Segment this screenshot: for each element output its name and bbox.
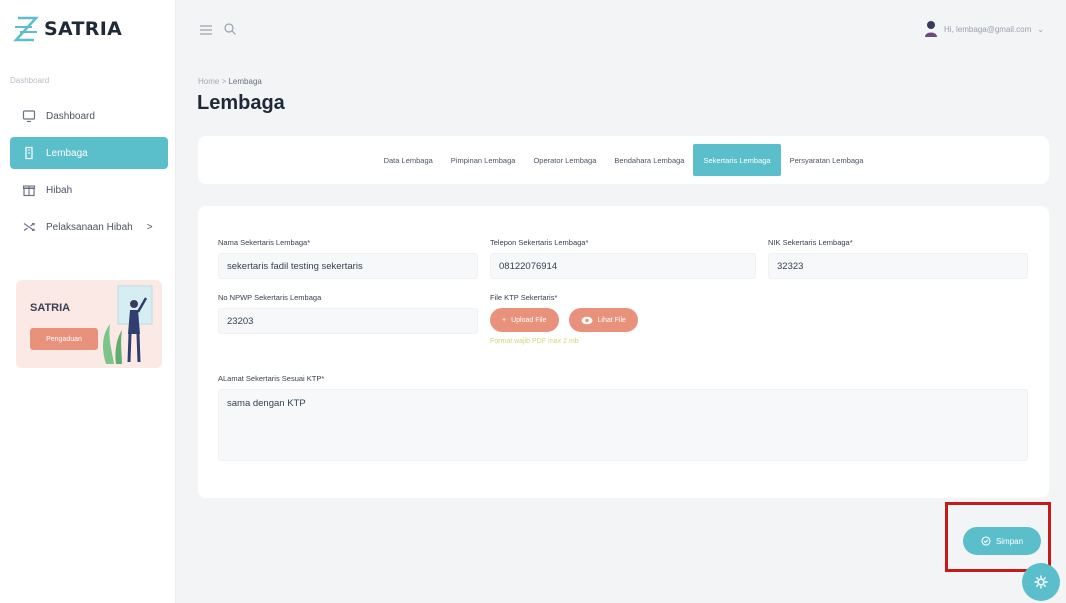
- ktp-file-actions: + Upload File Lihat File: [490, 308, 756, 332]
- sidebar-item-hibah[interactable]: Hibah: [10, 174, 168, 206]
- alamat-label: ALamat Sekertaris Sesuai KTP*: [218, 374, 325, 383]
- nik-field-group: NIK Sekertaris Lembaga* 32323: [768, 238, 1028, 279]
- page-title: Lembaga: [197, 92, 285, 114]
- chevron-right-icon: >: [146, 221, 153, 233]
- lihat-file-button[interactable]: Lihat File: [568, 308, 638, 332]
- nama-input[interactable]: sekertaris fadil testing sekertaris: [218, 253, 478, 279]
- eye-icon: [581, 316, 593, 324]
- sidebar-item-label: Dashboard: [46, 110, 95, 122]
- save-icon: [981, 536, 991, 546]
- tab-bendahara-lembaga[interactable]: Bendahara Lembaga: [605, 144, 693, 176]
- save-button[interactable]: Simpan: [963, 527, 1041, 555]
- sidebar: SATRIA Dashboard Dashboard Lembaga Hibah…: [0, 0, 176, 603]
- shuffle-icon: [23, 222, 35, 232]
- npwp-label: No NPWP Sekertaris Lembaga: [218, 293, 322, 302]
- nik-label: NIK Sekertaris Lembaga*: [768, 238, 853, 247]
- nama-label: Nama Sekertaris Lembaga*: [218, 238, 311, 247]
- npwp-field-group: No NPWP Sekertaris Lembaga 23203: [218, 293, 478, 334]
- promo-card: SATRIA Pengaduan: [16, 280, 162, 368]
- gear-icon: [1034, 575, 1048, 589]
- brand-name: SATRIA: [44, 18, 123, 40]
- sidebar-item-label: Lembaga: [46, 147, 88, 159]
- breadcrumb-separator: >: [221, 77, 227, 86]
- tab-persyaratan-lembaga[interactable]: Persyaratan Lembaga: [781, 144, 873, 176]
- monitor-icon: [22, 110, 36, 123]
- plus-icon: +: [502, 316, 507, 324]
- upload-file-label: Upload File: [511, 316, 547, 324]
- save-label: Simpan: [995, 536, 1024, 546]
- tab-data-lembaga[interactable]: Data Lembaga: [375, 144, 442, 176]
- tab-pimpinan-lembaga[interactable]: Pimpinan Lembaga: [442, 144, 525, 176]
- sidebar-item-label: Hibah: [46, 184, 73, 196]
- ktp-label: File KTP Sekertaris*: [490, 293, 558, 302]
- sidebar-nav: Dashboard Lembaga Hibah Pelaksanaan Hiba…: [10, 100, 168, 248]
- ktp-field-group: File KTP Sekertaris* + Upload File Lihat…: [490, 293, 756, 345]
- satria-logo-icon: [13, 16, 39, 42]
- upload-file-button[interactable]: + Upload File: [490, 308, 559, 332]
- person-illustration-icon: [103, 285, 153, 364]
- sidebar-item-dashboard[interactable]: Dashboard: [10, 100, 168, 132]
- avatar: [925, 21, 938, 37]
- building-icon: [25, 146, 33, 160]
- sekertaris-form: Nama Sekertaris Lembaga* sekertaris fadi…: [198, 206, 1049, 498]
- sidebar-item-lembaga[interactable]: Lembaga: [10, 137, 168, 169]
- chevron-down-icon: ⌄: [1037, 24, 1044, 34]
- tabs-bar: Data Lembaga Pimpinan Lembaga Operator L…: [198, 136, 1049, 184]
- tab-operator-lembaga[interactable]: Operator Lembaga: [524, 144, 605, 176]
- telepon-label: Telepon Sekertaris Lembaga*: [490, 238, 589, 247]
- lihat-file-label: Lihat File: [597, 316, 626, 324]
- topbar: Hi, lembaga@gmail.com ⌄: [177, 0, 1066, 62]
- ktp-format-hint: Format wajib PDF max 2 mb: [490, 338, 579, 345]
- nama-field-group: Nama Sekertaris Lembaga* sekertaris fadi…: [218, 238, 478, 279]
- menu-icon[interactable]: [199, 24, 213, 36]
- telepon-input[interactable]: 08122076914: [490, 253, 756, 279]
- gift-icon: [22, 185, 36, 197]
- sidebar-item-pelaksanaan-hibah[interactable]: Pelaksanaan Hibah >: [10, 211, 168, 243]
- brand[interactable]: SATRIA: [12, 14, 122, 44]
- tab-sekertaris-lembaga[interactable]: Sekertaris Lembaga: [693, 144, 781, 176]
- sidebar-item-label: Pelaksanaan Hibah: [46, 221, 133, 233]
- pengaduan-button[interactable]: Pengaduan: [30, 328, 98, 350]
- alamat-field-group: ALamat Sekertaris Sesuai KTP* sama denga…: [218, 374, 1028, 461]
- promo-title: SATRIA: [30, 302, 71, 314]
- telepon-field-group: Telepon Sekertaris Lembaga* 08122076914: [490, 238, 756, 279]
- breadcrumb-current: Lembaga: [228, 77, 262, 86]
- nik-input[interactable]: 32323: [768, 253, 1028, 279]
- breadcrumb-home[interactable]: Home: [198, 77, 219, 86]
- user-menu[interactable]: Hi, lembaga@gmail.com ⌄: [924, 20, 1044, 38]
- search-icon[interactable]: [223, 22, 237, 36]
- breadcrumb: Home > Lembaga: [198, 77, 262, 86]
- settings-fab[interactable]: [1022, 563, 1060, 601]
- alamat-textarea[interactable]: sama dengan KTP: [218, 389, 1028, 461]
- user-greeting: Hi, lembaga@gmail.com: [944, 24, 1032, 34]
- npwp-input[interactable]: 23203: [218, 308, 478, 334]
- sidebar-heading: Dashboard: [10, 76, 50, 85]
